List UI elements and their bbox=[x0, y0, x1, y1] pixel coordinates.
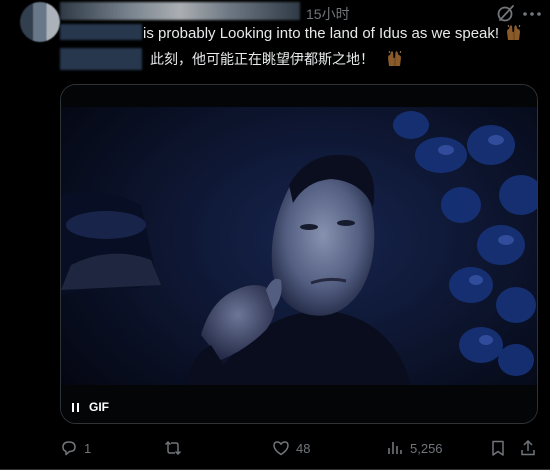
reply-icon bbox=[62, 441, 76, 456]
post-timestamp[interactable]: 15小时 bbox=[306, 4, 350, 24]
retweet-icon bbox=[164, 440, 182, 456]
avatar-blurred[interactable] bbox=[20, 2, 60, 42]
author-name-blurred[interactable] bbox=[60, 2, 300, 20]
redacted-text-block bbox=[60, 48, 142, 70]
tweet-post[interactable]: 15小时 is probably Looking into the land o… bbox=[0, 0, 550, 470]
views-button[interactable]: 5,256 bbox=[386, 438, 443, 458]
post-text-chinese-content: 此刻，他可能正在眺望伊都斯之地！ bbox=[150, 52, 374, 68]
pause-icon[interactable] bbox=[72, 402, 79, 412]
share-icon bbox=[521, 439, 535, 456]
redacted-text-block bbox=[60, 24, 142, 40]
gif-badge[interactable]: GIF bbox=[72, 398, 109, 416]
raising-hands-emoji-icon bbox=[507, 24, 521, 40]
gif-label: GIF bbox=[89, 400, 109, 414]
views-chart-icon bbox=[388, 442, 402, 454]
views-count: 5,256 bbox=[410, 440, 443, 456]
grok-icon[interactable] bbox=[496, 3, 516, 23]
bookmark-button[interactable] bbox=[489, 438, 507, 458]
action-bar: 1 48 5,256 bbox=[60, 438, 540, 458]
post-text-english-content: is probably Looking into the land of Idu… bbox=[143, 25, 500, 42]
bookmark-icon bbox=[492, 440, 504, 456]
heart-icon bbox=[273, 441, 289, 456]
reply-count: 1 bbox=[84, 440, 92, 456]
like-button[interactable]: 48 bbox=[272, 438, 310, 458]
more-icon[interactable] bbox=[522, 11, 542, 17]
share-button[interactable] bbox=[519, 438, 537, 458]
gif-media[interactable] bbox=[60, 84, 538, 424]
like-count: 48 bbox=[296, 440, 311, 456]
reply-button[interactable]: 1 bbox=[60, 438, 91, 458]
post-text-english: is probably Looking into the land of Idu… bbox=[143, 23, 523, 44]
gif-frame bbox=[61, 85, 537, 423]
raising-hands-emoji-icon bbox=[388, 50, 402, 66]
post-text-chinese: 此刻，他可能正在眺望伊都斯之地！ bbox=[150, 49, 404, 70]
retweet-button[interactable] bbox=[164, 438, 188, 458]
